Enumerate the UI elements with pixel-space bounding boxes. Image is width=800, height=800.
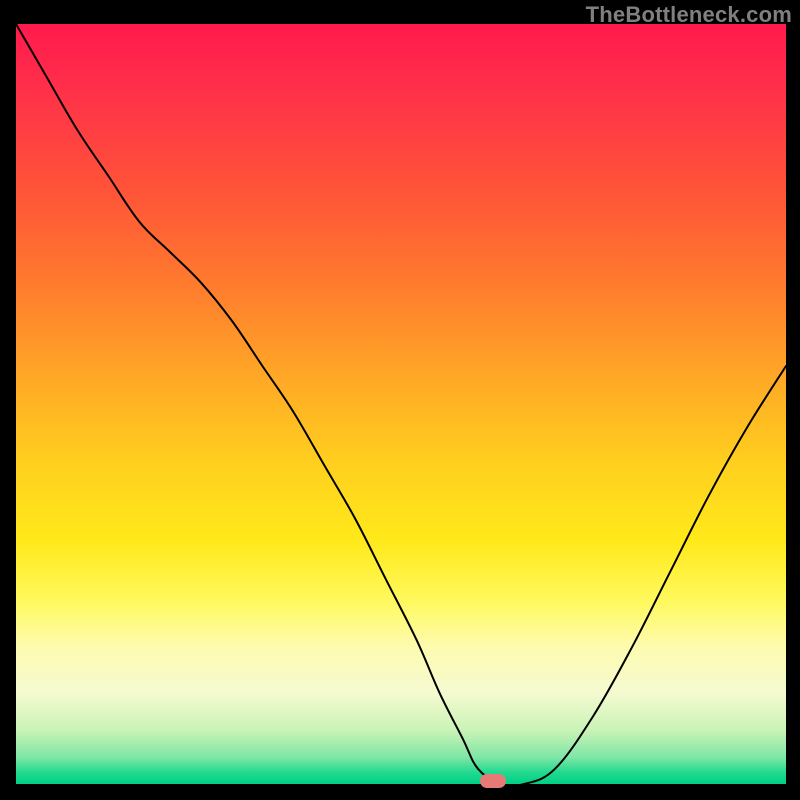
chart-container: TheBottleneck.com: [0, 0, 800, 800]
curve-path: [16, 24, 786, 784]
optimal-marker: [480, 774, 506, 788]
bottleneck-curve: [16, 24, 786, 784]
plot-area: [16, 24, 786, 784]
